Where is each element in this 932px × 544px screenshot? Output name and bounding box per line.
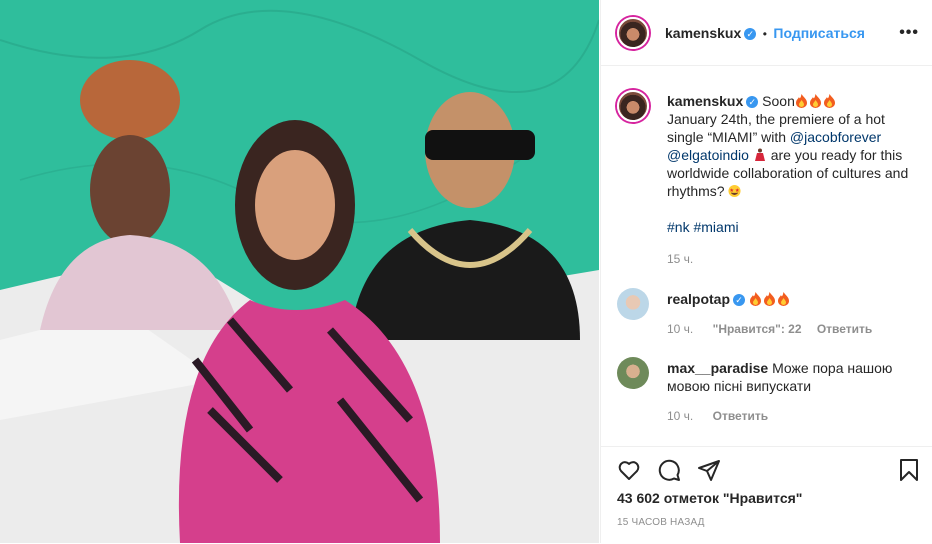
post-caption: kamenskux ✓ Soon January 24th, the premie…	[667, 92, 917, 268]
post-photo-illustration	[0, 0, 599, 543]
likes-count[interactable]: 43 602 отметок "Нравится"	[617, 490, 802, 506]
reply-button[interactable]: Ответить	[713, 409, 768, 423]
verified-icon: ✓	[746, 96, 759, 109]
caption-author-avatar[interactable]	[617, 90, 649, 122]
caption-soon: Soon	[762, 93, 795, 109]
comment-username[interactable]: realpotap	[667, 291, 730, 307]
verified-icon: ✓	[744, 27, 757, 40]
comment-item: max__paradise Може пора нашою мовою пісн…	[667, 359, 917, 425]
fire-emoji	[795, 93, 837, 109]
post-header: kamenskux ✓ • Подписаться •••	[601, 0, 932, 66]
fire-emoji	[749, 291, 791, 307]
caption-age: 15 ч.	[667, 252, 694, 266]
comment-username[interactable]: max__paradise	[667, 360, 768, 376]
author-username[interactable]: kamenskux	[665, 25, 741, 41]
star-eyes-emoji	[728, 183, 742, 199]
verified-icon: ✓	[733, 294, 746, 307]
post-sidebar: kamenskux ✓ • Подписаться ••• kamenskux ✓ …	[600, 0, 932, 543]
mention-elgatoindio[interactable]: @elgatoindio	[667, 147, 749, 163]
mention-jacobforever[interactable]: @jacobforever	[790, 129, 881, 145]
more-options-icon[interactable]: •••	[899, 24, 919, 42]
commenter-avatar[interactable]	[617, 357, 649, 389]
comment-age: 10 ч.	[667, 409, 694, 423]
commenter-avatar[interactable]	[617, 288, 649, 320]
reply-button[interactable]: Ответить	[817, 322, 872, 336]
hashtag-miami[interactable]: #miami	[693, 219, 738, 235]
post-timestamp: 15 ЧАСОВ НАЗАД	[617, 517, 705, 528]
comment-likes[interactable]: "Нравится": 22	[713, 322, 802, 336]
caption-author-username[interactable]: kamenskux	[667, 93, 743, 109]
comment-item: realpotap ✓ 10 ч. "Нравится": 22 Ответить	[667, 290, 917, 338]
hashtag-nk[interactable]: #nk	[667, 219, 690, 235]
dancer-emoji	[753, 147, 767, 163]
subscribe-button[interactable]: Подписаться	[773, 25, 865, 41]
heart-icon[interactable]	[617, 458, 641, 482]
post-image[interactable]	[0, 0, 599, 543]
comment-icon[interactable]	[657, 458, 681, 482]
share-icon[interactable]	[697, 458, 721, 482]
comment-age: 10 ч.	[667, 322, 694, 336]
separator-dot: •	[762, 27, 767, 41]
bookmark-icon[interactable]	[897, 458, 921, 482]
author-avatar[interactable]	[617, 17, 649, 49]
